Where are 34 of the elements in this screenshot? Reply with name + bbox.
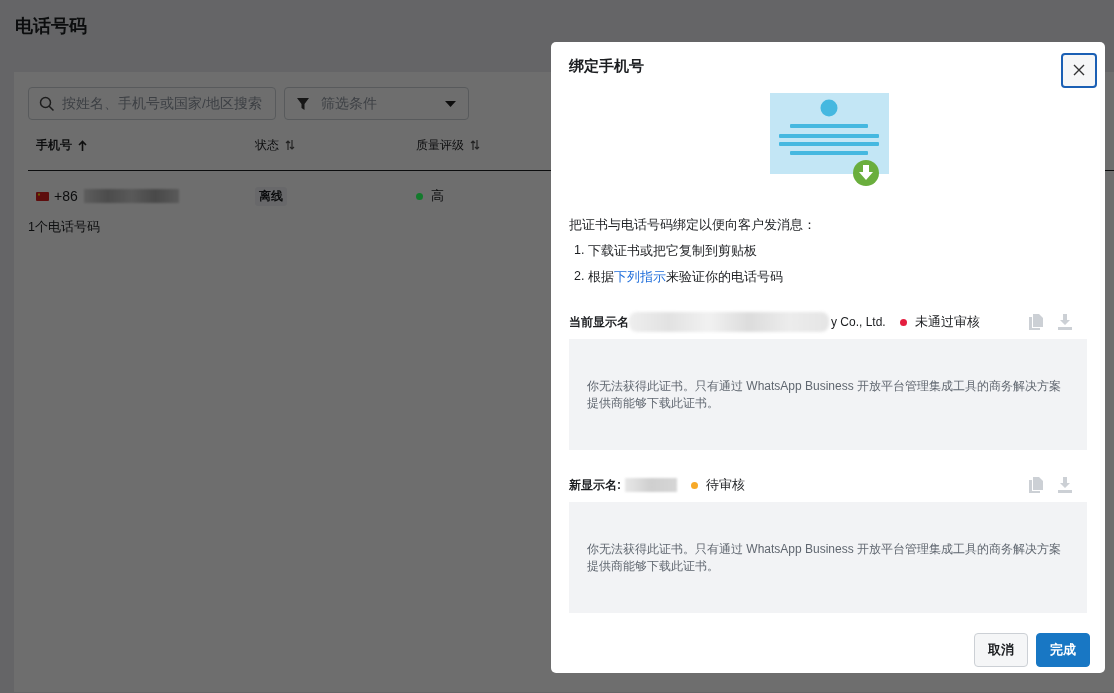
display-name-label: 新显示名:	[569, 476, 621, 494]
column-header[interactable]: 状态	[255, 136, 279, 154]
phone-number: +86	[54, 188, 78, 204]
display-name: y Co., Ltd.	[831, 315, 886, 329]
row-count: 1个电话号码	[28, 219, 100, 236]
certificate-message: 你无法获得此证书。只有通过 WhatsApp Business 开放平台管理集成工具的商务解决方案提供商能够下载此证书。	[587, 540, 1063, 575]
instructions-link[interactable]: 下列指示	[614, 270, 667, 284]
search-icon	[39, 95, 55, 112]
review-status: 待审核	[706, 476, 745, 494]
filter-icon	[297, 97, 309, 110]
quality-rating: 高	[431, 187, 444, 205]
certificate-message: 你无法获得此证书。只有通过 WhatsApp Business 开放平台管理集成工具的商务解决方案提供商能够下载此证书。	[587, 377, 1063, 412]
dialog-title: 绑定手机号	[569, 56, 644, 76]
status-badge: 离线	[255, 186, 287, 206]
flag-icon	[36, 191, 49, 201]
step-text: 根据下列指示来验证你的电话号码	[588, 269, 784, 286]
step-number: 1.	[574, 243, 585, 259]
sort-icon	[285, 140, 295, 150]
intro-text: 把证书与电话号码绑定以便向客户发消息：	[569, 217, 817, 234]
caret-icon	[445, 100, 456, 107]
step-number: 2.	[574, 269, 585, 285]
close-button[interactable]	[1061, 52, 1097, 88]
page-title: 电话号码	[15, 15, 87, 38]
sort-icon	[470, 140, 480, 150]
column-header[interactable]: 手机号	[36, 136, 72, 154]
cancel-button[interactable]: 取消	[974, 633, 1028, 667]
done-button[interactable]: 完成	[1036, 633, 1090, 667]
column-header[interactable]: 质量评级	[416, 136, 464, 154]
sort-ascending-icon	[78, 139, 87, 151]
blurred-text	[625, 478, 677, 492]
step-text: 下载证书或把它复制到剪贴板	[588, 243, 758, 260]
display-name-label: 当前显示名	[569, 313, 629, 331]
close-icon	[1073, 64, 1085, 76]
review-status: 未通过审核	[914, 313, 980, 331]
